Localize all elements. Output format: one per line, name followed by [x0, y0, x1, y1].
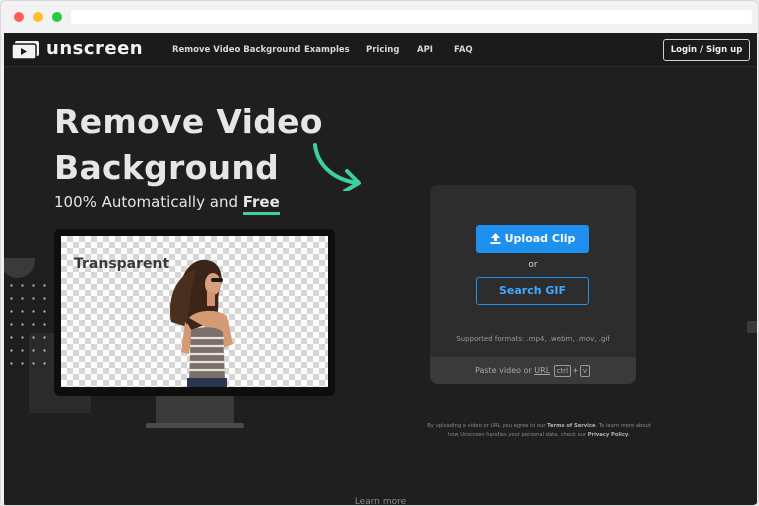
upload-clip-button[interactable]: Upload Clip [476, 225, 589, 253]
nav-link-examples[interactable]: Examples [304, 45, 350, 55]
browser-titlebar [1, 1, 758, 33]
headline-line-1: Remove Video [54, 102, 323, 141]
play-icon[interactable] [12, 41, 40, 59]
search-gif-button[interactable]: Search GIF [476, 277, 589, 305]
or-separator: or [528, 260, 538, 270]
legal-notice: By uploading a video or URL you agree to… [424, 422, 654, 440]
minimize-window-button[interactable] [33, 12, 43, 22]
monitor-stand-base [146, 423, 244, 428]
key-plus: + [572, 366, 579, 375]
close-window-button[interactable] [14, 12, 24, 22]
v-key-hint: v [579, 365, 590, 377]
nav-link-api[interactable]: API [417, 45, 433, 55]
maximize-window-button[interactable] [52, 12, 62, 22]
supported-formats-text: Supported formats: .mp4, .webm, .mov, .g… [456, 335, 610, 343]
side-feedback-tab[interactable] [747, 321, 757, 333]
nav-link-remove-video-background[interactable]: Remove Video Background [172, 45, 300, 55]
monitor-stand [156, 396, 234, 424]
address-bar[interactable] [71, 10, 752, 24]
upload-card: Upload Clip or Search GIF Supported form… [430, 185, 636, 384]
page-subheadline: 100% Automatically and Free [54, 193, 280, 215]
legal-text-1: By uploading a video or URL you agree to… [427, 423, 548, 429]
nav-link-faq[interactable]: FAQ [454, 45, 473, 55]
web-page: unscreen Remove Video Background Example… [4, 33, 757, 505]
headline-line-2: Background [54, 148, 280, 187]
browser-window: unscreen Remove Video Background Example… [0, 0, 759, 506]
legal-text-3: . [628, 432, 631, 438]
privacy-policy-link[interactable]: Privacy Policy [588, 432, 629, 438]
top-navigation: unscreen Remove Video Background Example… [4, 33, 757, 67]
curved-arrow-icon [313, 143, 361, 191]
ctrl-key-hint: ctrl [553, 365, 572, 377]
subline-text: 100% Automatically and [54, 193, 243, 211]
logo-text[interactable]: unscreen [46, 38, 143, 59]
upload-icon [490, 233, 501, 244]
decorative-shape [4, 258, 35, 278]
transparent-preview-screen: Transparent [61, 236, 328, 387]
woman-cutout-image [170, 259, 233, 387]
page-headline: Remove Video Background [54, 99, 323, 191]
decorative-dot-grid [6, 279, 52, 369]
paste-text: Paste video or [475, 366, 535, 375]
paste-video-bar[interactable]: Paste video or URL ctrl + v [430, 357, 636, 384]
login-signup-button[interactable]: Login / Sign up [663, 39, 750, 61]
paste-url-link[interactable]: URL [534, 366, 550, 375]
monitor-illustration: Transparent [54, 229, 335, 396]
upload-clip-label: Upload Clip [504, 232, 576, 245]
nav-link-pricing[interactable]: Pricing [366, 45, 399, 55]
free-highlight: Free [242, 193, 280, 215]
terms-of-service-link[interactable]: Terms of Service [547, 423, 595, 429]
learn-more-link[interactable]: Learn more [4, 497, 757, 505]
